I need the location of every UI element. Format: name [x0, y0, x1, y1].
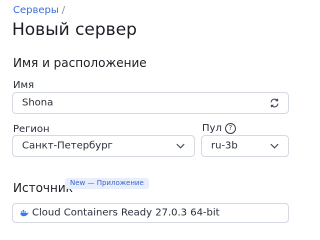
section-title: Имя и расположение [13, 56, 147, 70]
pool-select-value: ru-3b [211, 140, 238, 152]
pool-label-wrap: Пул? [202, 123, 236, 135]
help-icon[interactable]: ? [224, 123, 236, 134]
pool-label: Пул [202, 123, 222, 134]
page-title: Новый сервер [12, 20, 137, 40]
source-select[interactable]: Cloud Containers Ready 27.0.3 64-bit [12, 203, 289, 223]
chevron-down-icon [176, 143, 185, 149]
chevron-down-icon [270, 143, 279, 149]
source-select-value: Cloud Containers Ready 27.0.3 64-bit [32, 207, 220, 219]
region-select[interactable]: Санкт-Петербург [12, 135, 195, 157]
breadcrumb-link-servers[interactable]: Серверы [13, 5, 59, 16]
breadcrumb-separator: / [61, 5, 66, 16]
name-label: Имя [13, 80, 35, 91]
refresh-icon[interactable] [269, 98, 280, 109]
name-input-value: Shona [22, 97, 54, 109]
docker-whale-icon [20, 209, 29, 217]
source-title: Источник [13, 181, 73, 195]
region-select-value: Санкт-Петербург [22, 140, 113, 152]
breadcrumb: Серверы / [13, 4, 65, 17]
name-input[interactable]: Shona [12, 92, 289, 114]
new-app-badge: New — Приложение [65, 178, 149, 189]
pool-select[interactable]: ru-3b [201, 135, 289, 157]
